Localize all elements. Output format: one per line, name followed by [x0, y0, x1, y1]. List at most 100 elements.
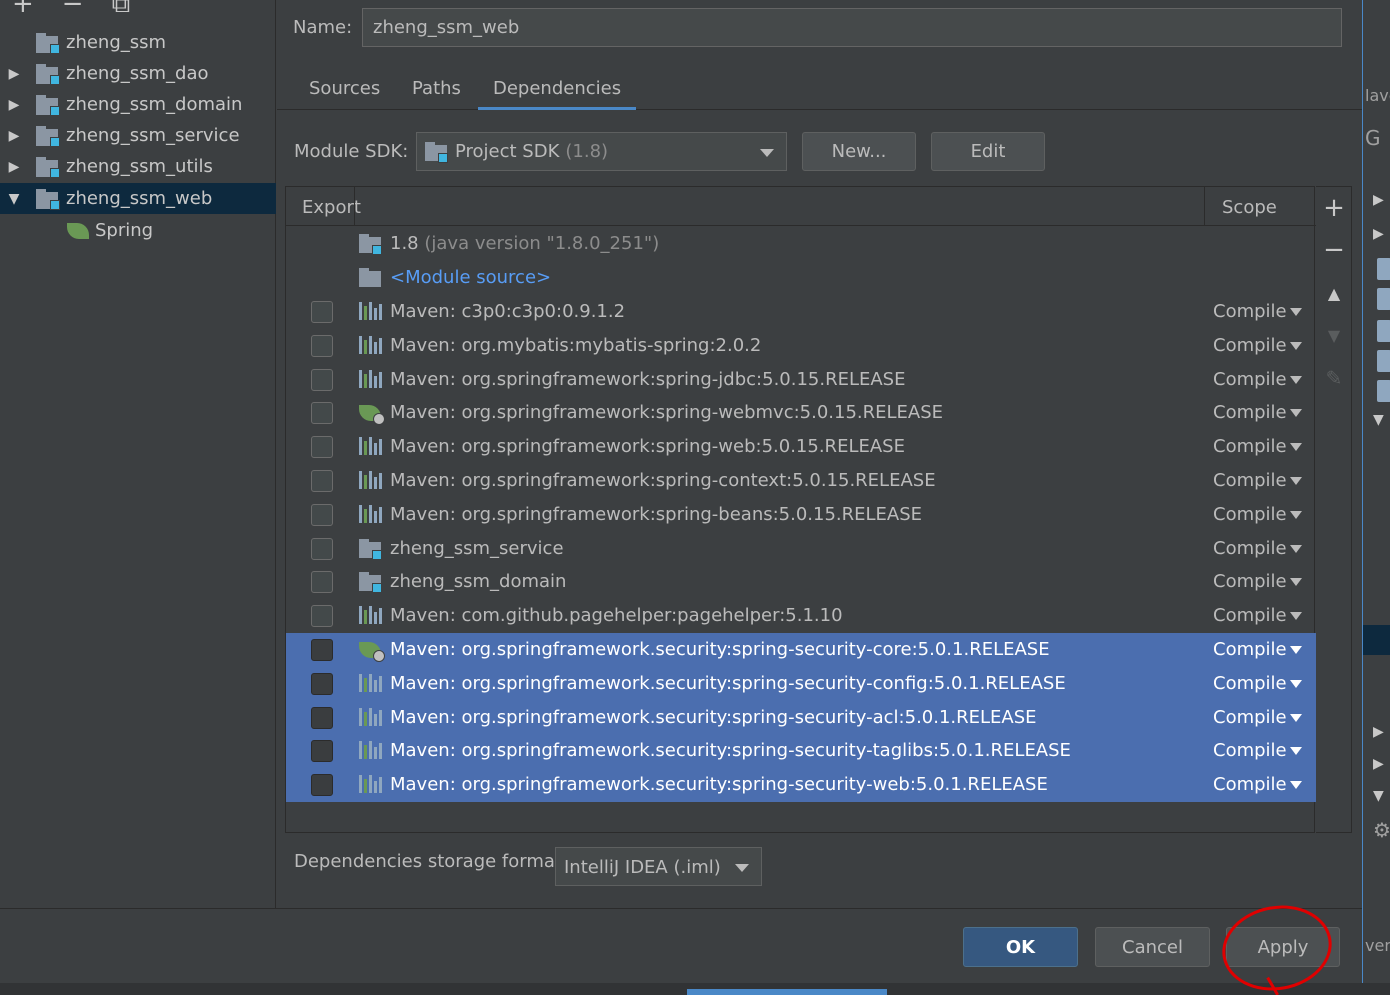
scope-select[interactable]: Compile [1213, 571, 1287, 592]
table-row[interactable]: Maven: org.springframework.security:spri… [286, 734, 1316, 769]
scope-select[interactable]: Compile [1213, 774, 1287, 795]
maven-library-icon [359, 471, 383, 491]
maven-library-icon [359, 741, 383, 761]
expand-arrow-icon[interactable]: ▶ [0, 159, 28, 175]
chevron-down-icon[interactable] [1290, 612, 1302, 621]
table-row[interactable]: zheng_ssm_service Compile [286, 532, 1316, 566]
module-sdk-select[interactable]: Project SDK (1.8) [416, 132, 787, 171]
tree-item-spring[interactable]: Spring [0, 215, 276, 246]
scope-select[interactable]: Compile [1213, 402, 1287, 423]
chevron-down-icon[interactable] [1290, 510, 1302, 519]
module-folder-icon [36, 156, 62, 178]
storage-format-select[interactable]: IntelliJ IDEA (.iml) [555, 847, 762, 886]
table-row[interactable]: Maven: org.springframework.security:spri… [286, 768, 1316, 803]
export-checkbox[interactable] [311, 571, 333, 594]
remove-dependency-icon[interactable]: − [1316, 235, 1352, 265]
chevron-down-icon[interactable] [1290, 679, 1302, 688]
chevron-down-icon[interactable] [1290, 646, 1302, 654]
export-checkbox[interactable] [311, 368, 333, 391]
move-down-icon[interactable]: ▼ [1316, 321, 1352, 351]
tree-item-zheng-ssm-domain[interactable]: ▶ zheng_ssm_domain [0, 89, 276, 120]
copy-icon[interactable]: ⧉ [112, 0, 131, 17]
column-header-scope[interactable]: Scope [1222, 197, 1277, 218]
column-header-export[interactable]: Export [302, 197, 361, 218]
table-row[interactable]: Maven: org.springframework.security:spri… [286, 633, 1316, 667]
scope-select[interactable]: Compile [1213, 740, 1287, 761]
export-checkbox[interactable] [311, 639, 333, 661]
table-row[interactable]: Maven: org.springframework.security:spri… [286, 700, 1316, 735]
table-row[interactable]: Maven: org.mybatis:mybatis-spring:2.0.2 C… [286, 329, 1316, 363]
scope-select[interactable]: Compile [1213, 504, 1287, 525]
export-checkbox[interactable] [311, 605, 333, 628]
tree-item-zheng-ssm-web[interactable]: ▼ zheng_ssm_web [0, 183, 276, 214]
new-sdk-button[interactable]: New... [802, 132, 916, 171]
table-row[interactable]: Maven: org.springframework:spring-web:5.… [286, 430, 1316, 464]
tab-sources[interactable]: Sources [309, 78, 380, 110]
chevron-down-icon[interactable] [1290, 375, 1302, 384]
export-checkbox[interactable] [311, 436, 333, 459]
edit-sdk-button[interactable]: Edit [931, 132, 1045, 171]
chevron-down-icon[interactable] [1290, 409, 1302, 418]
scope-select[interactable]: Compile [1213, 301, 1287, 322]
chevron-down-icon[interactable] [1290, 578, 1302, 587]
table-row[interactable]: Maven: c3p0:c3p0:0.9.1.2 Compile [286, 295, 1316, 329]
scope-select[interactable]: Compile [1213, 436, 1287, 457]
dependency-name: Maven: org.springframework:spring-webmvc… [390, 402, 944, 424]
scope-select[interactable]: Compile [1213, 673, 1287, 694]
table-row[interactable]: Maven: org.springframework.security:spri… [286, 666, 1316, 701]
scope-select[interactable]: Compile [1213, 335, 1287, 356]
background-maven-icon [1377, 320, 1390, 342]
table-row[interactable]: Maven: com.github.pagehelper:pagehelper:… [286, 599, 1316, 633]
ok-button[interactable]: OK [963, 927, 1078, 967]
table-row[interactable]: Maven: org.springframework:spring-contex… [286, 464, 1316, 498]
tree-item-zheng-ssm[interactable]: zheng_ssm [0, 27, 276, 58]
export-checkbox[interactable] [311, 740, 333, 763]
table-row-sdk[interactable]: 1.8 (java version "1.8.0_251") [286, 227, 1316, 261]
scope-select[interactable]: Compile [1213, 538, 1287, 559]
tree-item-zheng-ssm-dao[interactable]: ▶ zheng_ssm_dao [0, 58, 276, 89]
tree-item-zheng-ssm-service[interactable]: ▶ zheng_ssm_service [0, 120, 276, 151]
scope-select[interactable]: Compile [1213, 639, 1287, 660]
table-row[interactable]: zheng_ssm_domain Compile [286, 565, 1316, 599]
export-checkbox[interactable] [311, 334, 333, 357]
scope-select[interactable]: Compile [1213, 369, 1287, 390]
tab-dependencies[interactable]: Dependencies [478, 78, 637, 110]
chevron-down-icon[interactable] [1290, 781, 1302, 790]
cancel-button[interactable]: Cancel [1095, 927, 1210, 967]
export-checkbox[interactable] [311, 470, 333, 492]
chevron-down-icon[interactable] [1290, 477, 1302, 485]
scope-select[interactable]: Compile [1213, 470, 1287, 491]
move-up-icon[interactable]: ▲ [1316, 279, 1352, 309]
edit-dependency-icon[interactable]: ✎ [1316, 363, 1352, 393]
chevron-down-icon[interactable] [1290, 544, 1302, 553]
tree-item-zheng-ssm-utils[interactable]: ▶ zheng_ssm_utils [0, 151, 276, 182]
add-dependency-icon[interactable]: + [1316, 193, 1352, 223]
table-row[interactable]: Maven: org.springframework:spring-webmvc… [286, 396, 1316, 430]
export-checkbox[interactable] [311, 402, 333, 425]
expand-arrow-icon[interactable]: ▶ [0, 97, 28, 113]
export-checkbox[interactable] [311, 537, 333, 560]
tab-paths[interactable]: Paths [412, 78, 461, 110]
expand-arrow-icon[interactable]: ▶ [0, 66, 28, 82]
dependency-name: Maven: org.springframework:spring-contex… [390, 470, 936, 491]
export-checkbox[interactable] [311, 672, 333, 695]
table-row-module-source[interactable]: <Module source> [286, 261, 1316, 295]
chevron-down-icon[interactable] [1290, 747, 1302, 756]
chevron-down-icon[interactable] [1290, 308, 1302, 316]
table-row[interactable]: Maven: org.springframework:spring-jdbc:5… [286, 363, 1316, 397]
scope-select[interactable]: Compile [1213, 707, 1287, 728]
export-checkbox[interactable] [311, 774, 333, 797]
collapse-arrow-icon[interactable]: ▼ [0, 191, 28, 207]
export-checkbox[interactable] [311, 503, 333, 526]
module-name-input[interactable] [362, 8, 1342, 47]
chevron-down-icon[interactable] [1290, 713, 1302, 722]
expand-arrow-icon[interactable]: ▶ [0, 128, 28, 144]
chevron-down-icon[interactable] [1290, 443, 1302, 452]
add-icon[interactable]: + [12, 0, 34, 17]
scope-select[interactable]: Compile [1213, 605, 1287, 626]
export-checkbox[interactable] [311, 301, 333, 323]
export-checkbox[interactable] [311, 706, 333, 729]
remove-icon[interactable]: − [62, 0, 84, 17]
chevron-down-icon[interactable] [1290, 341, 1302, 350]
table-row[interactable]: Maven: org.springframework:spring-beans:… [286, 498, 1316, 532]
